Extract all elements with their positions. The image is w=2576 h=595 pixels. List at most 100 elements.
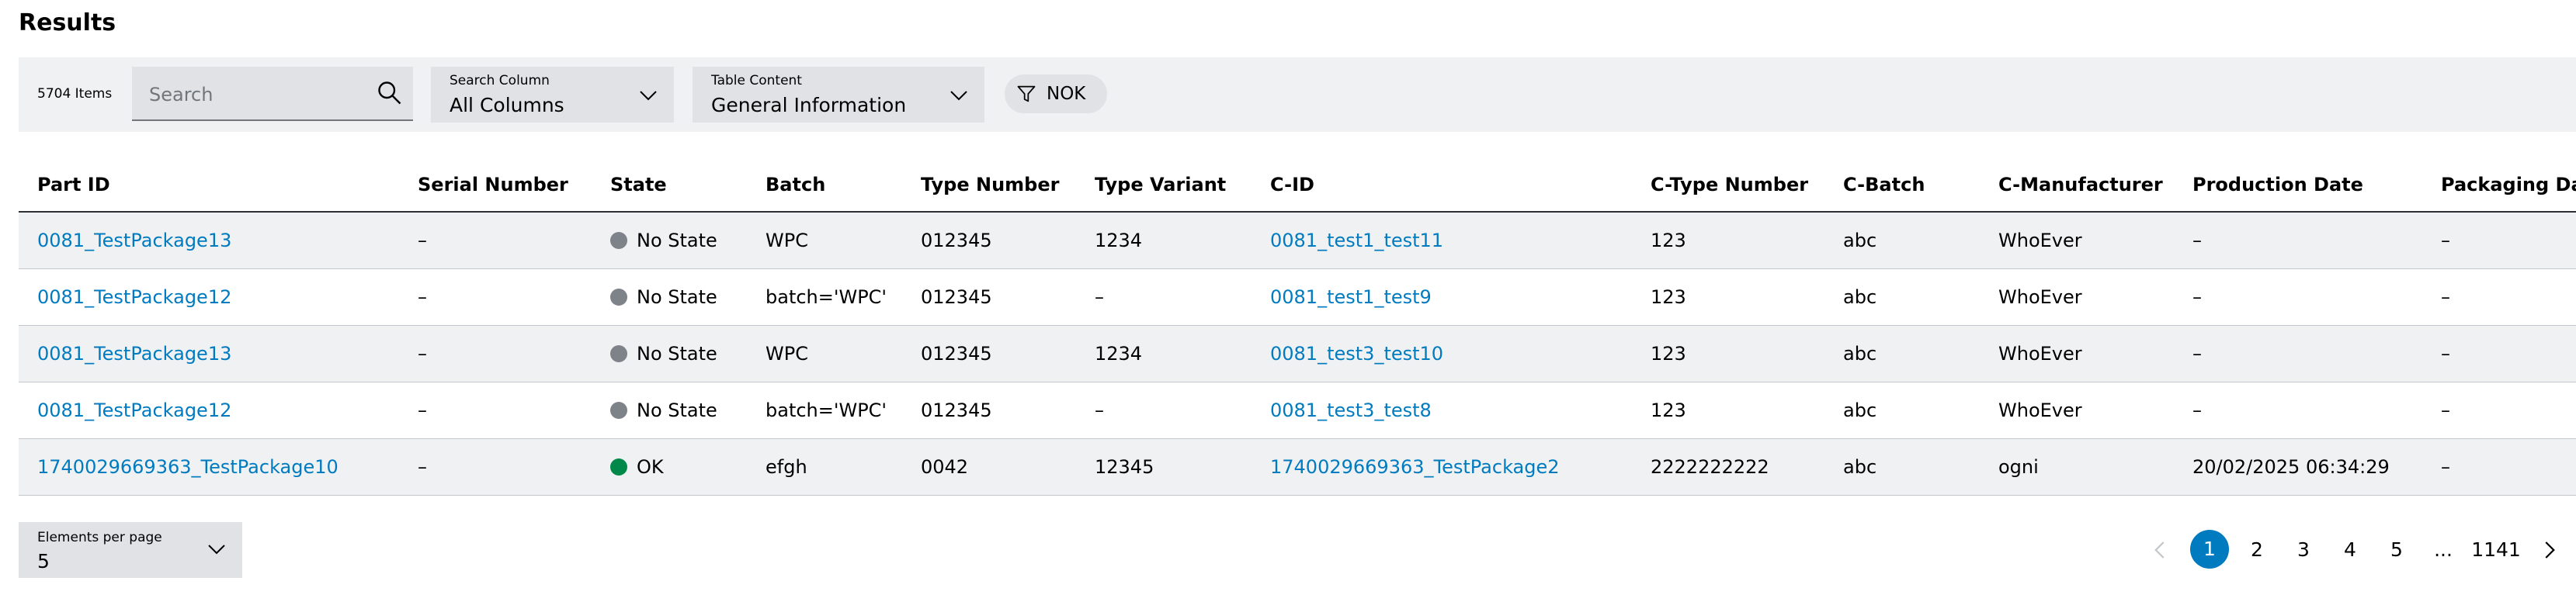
state-cell: No State	[592, 268, 747, 326]
table-toolbar: 5704 Items Search Search Column All Colu…	[19, 57, 2576, 132]
search-input[interactable]: Search	[132, 67, 413, 121]
state-cell: No State	[592, 382, 747, 439]
packaging-date: –	[2422, 382, 2576, 439]
c-manufacturer: WhoEver	[1980, 382, 2174, 439]
batch: WPC	[747, 325, 902, 382]
filter-chip-label: NOK	[1047, 84, 1086, 104]
chevron-right-icon	[2545, 541, 2555, 559]
table-row[interactable]: 0081_TestPackage13 – No State WPC 012345…	[19, 212, 2576, 269]
cid-link[interactable]: 0081_test1_test9	[1270, 286, 1432, 308]
c-batch: abc	[1824, 382, 1980, 439]
state-label: OK	[637, 456, 664, 478]
column-header[interactable]: Part ID	[19, 158, 399, 213]
c-manufacturer: ogni	[1980, 438, 2174, 496]
per-page-value: 5	[37, 550, 50, 573]
batch: batch='WPC'	[747, 268, 902, 326]
part-id-link[interactable]: 1740029669363_TestPackage10	[37, 456, 338, 478]
production-date: 20/02/2025 06:34:29	[2174, 438, 2422, 496]
page-button-4[interactable]: 4	[2331, 530, 2369, 570]
type-number: 012345	[902, 325, 1076, 382]
part-id-link[interactable]: 0081_TestPackage13	[37, 343, 231, 365]
type-variant: –	[1076, 382, 1252, 439]
page-button-5[interactable]: 5	[2377, 530, 2416, 570]
search-column-value: All Columns	[450, 94, 564, 116]
results-page: Results 5704 Items Search Search Column …	[0, 0, 2576, 595]
type-number: 0042	[902, 438, 1076, 496]
chevron-down-icon	[640, 91, 657, 101]
column-header[interactable]: Packaging Da	[2422, 158, 2576, 213]
column-header[interactable]: Production Date	[2174, 158, 2422, 213]
previous-page-button[interactable]	[2149, 530, 2172, 570]
table-content-label: Table Content	[711, 73, 802, 88]
c-type-number: 123	[1632, 382, 1824, 439]
table-row[interactable]: 0081_TestPackage12 – No State batch='WPC…	[19, 268, 2576, 326]
state-indicator	[610, 458, 627, 476]
state-label: No State	[637, 286, 717, 308]
type-variant: 1234	[1076, 325, 1252, 382]
table-header-row: Part ID Serial Number State Batch Type N…	[19, 158, 2576, 213]
cid-link[interactable]: 0081_test3_test10	[1270, 343, 1443, 365]
page-button-last[interactable]: 1141	[2469, 530, 2523, 570]
production-date: –	[2174, 268, 2422, 326]
column-header[interactable]: State	[592, 158, 747, 213]
page-button-2[interactable]: 2	[2238, 530, 2276, 570]
column-header[interactable]: C-Manufacturer	[1980, 158, 2174, 213]
batch: efgh	[747, 438, 902, 496]
state-label: No State	[637, 230, 717, 251]
column-header[interactable]: C-Type Number	[1632, 158, 1824, 213]
c-batch: abc	[1824, 438, 1980, 496]
type-number: 012345	[902, 382, 1076, 439]
cid-link[interactable]: 0081_test3_test8	[1270, 400, 1432, 421]
page-button-1[interactable]: 1	[2190, 530, 2229, 569]
part-id-link[interactable]: 0081_TestPackage12	[37, 400, 231, 421]
page-button-3[interactable]: 3	[2284, 530, 2323, 570]
part-id-link[interactable]: 0081_TestPackage12	[37, 286, 231, 308]
search-icon[interactable]	[376, 79, 404, 107]
table-row[interactable]: 0081_TestPackage12 – No State batch='WPC…	[19, 382, 2576, 439]
production-date: –	[2174, 382, 2422, 439]
state-cell: No State	[592, 212, 747, 269]
table-content-value: General Information	[711, 94, 907, 116]
c-type-number: 2222222222	[1632, 438, 1824, 496]
chevron-down-icon	[208, 545, 225, 555]
serial-number: –	[399, 325, 592, 382]
serial-number: –	[399, 438, 592, 496]
c-type-number: 123	[1632, 212, 1824, 269]
cid-link[interactable]: 1740029669363_TestPackage2	[1270, 456, 1560, 478]
chevron-down-icon	[950, 91, 967, 101]
elements-per-page-dropdown[interactable]: Elements per page 5	[19, 522, 242, 578]
type-variant: –	[1076, 268, 1252, 326]
serial-number: –	[399, 382, 592, 439]
type-number: 012345	[902, 268, 1076, 326]
search-column-dropdown[interactable]: Search Column All Columns	[431, 67, 674, 123]
c-type-number: 123	[1632, 325, 1824, 382]
next-page-button[interactable]	[2537, 530, 2560, 570]
part-id-link[interactable]: 0081_TestPackage13	[37, 230, 231, 251]
column-header[interactable]: Type Number	[902, 158, 1076, 213]
column-header[interactable]: C-Batch	[1824, 158, 1980, 213]
table-content-dropdown[interactable]: Table Content General Information	[693, 67, 984, 123]
search-column-label: Search Column	[450, 73, 550, 88]
table-row[interactable]: 0081_TestPackage13 – No State WPC 012345…	[19, 325, 2576, 382]
column-header[interactable]: Type Variant	[1076, 158, 1252, 213]
column-header[interactable]: Batch	[747, 158, 902, 213]
cid-link[interactable]: 0081_test1_test11	[1270, 230, 1443, 251]
c-batch: abc	[1824, 325, 1980, 382]
column-header[interactable]: Serial Number	[399, 158, 592, 213]
c-batch: abc	[1824, 212, 1980, 269]
column-header[interactable]: C-ID	[1252, 158, 1632, 213]
packaging-date: –	[2422, 438, 2576, 496]
state-indicator	[610, 345, 627, 362]
production-date: –	[2174, 212, 2422, 269]
batch: WPC	[747, 212, 902, 269]
c-manufacturer: WhoEver	[1980, 212, 2174, 269]
state-cell: OK	[592, 438, 747, 496]
c-type-number: 123	[1632, 268, 1824, 326]
table-row[interactable]: 1740029669363_TestPackage10 – OK efgh 00…	[19, 438, 2576, 496]
batch: batch='WPC'	[747, 382, 902, 439]
filter-icon	[1017, 85, 1036, 102]
filter-chip-nok[interactable]: NOK	[1005, 74, 1107, 113]
serial-number: –	[399, 212, 592, 269]
state-indicator	[610, 289, 627, 306]
production-date: –	[2174, 325, 2422, 382]
